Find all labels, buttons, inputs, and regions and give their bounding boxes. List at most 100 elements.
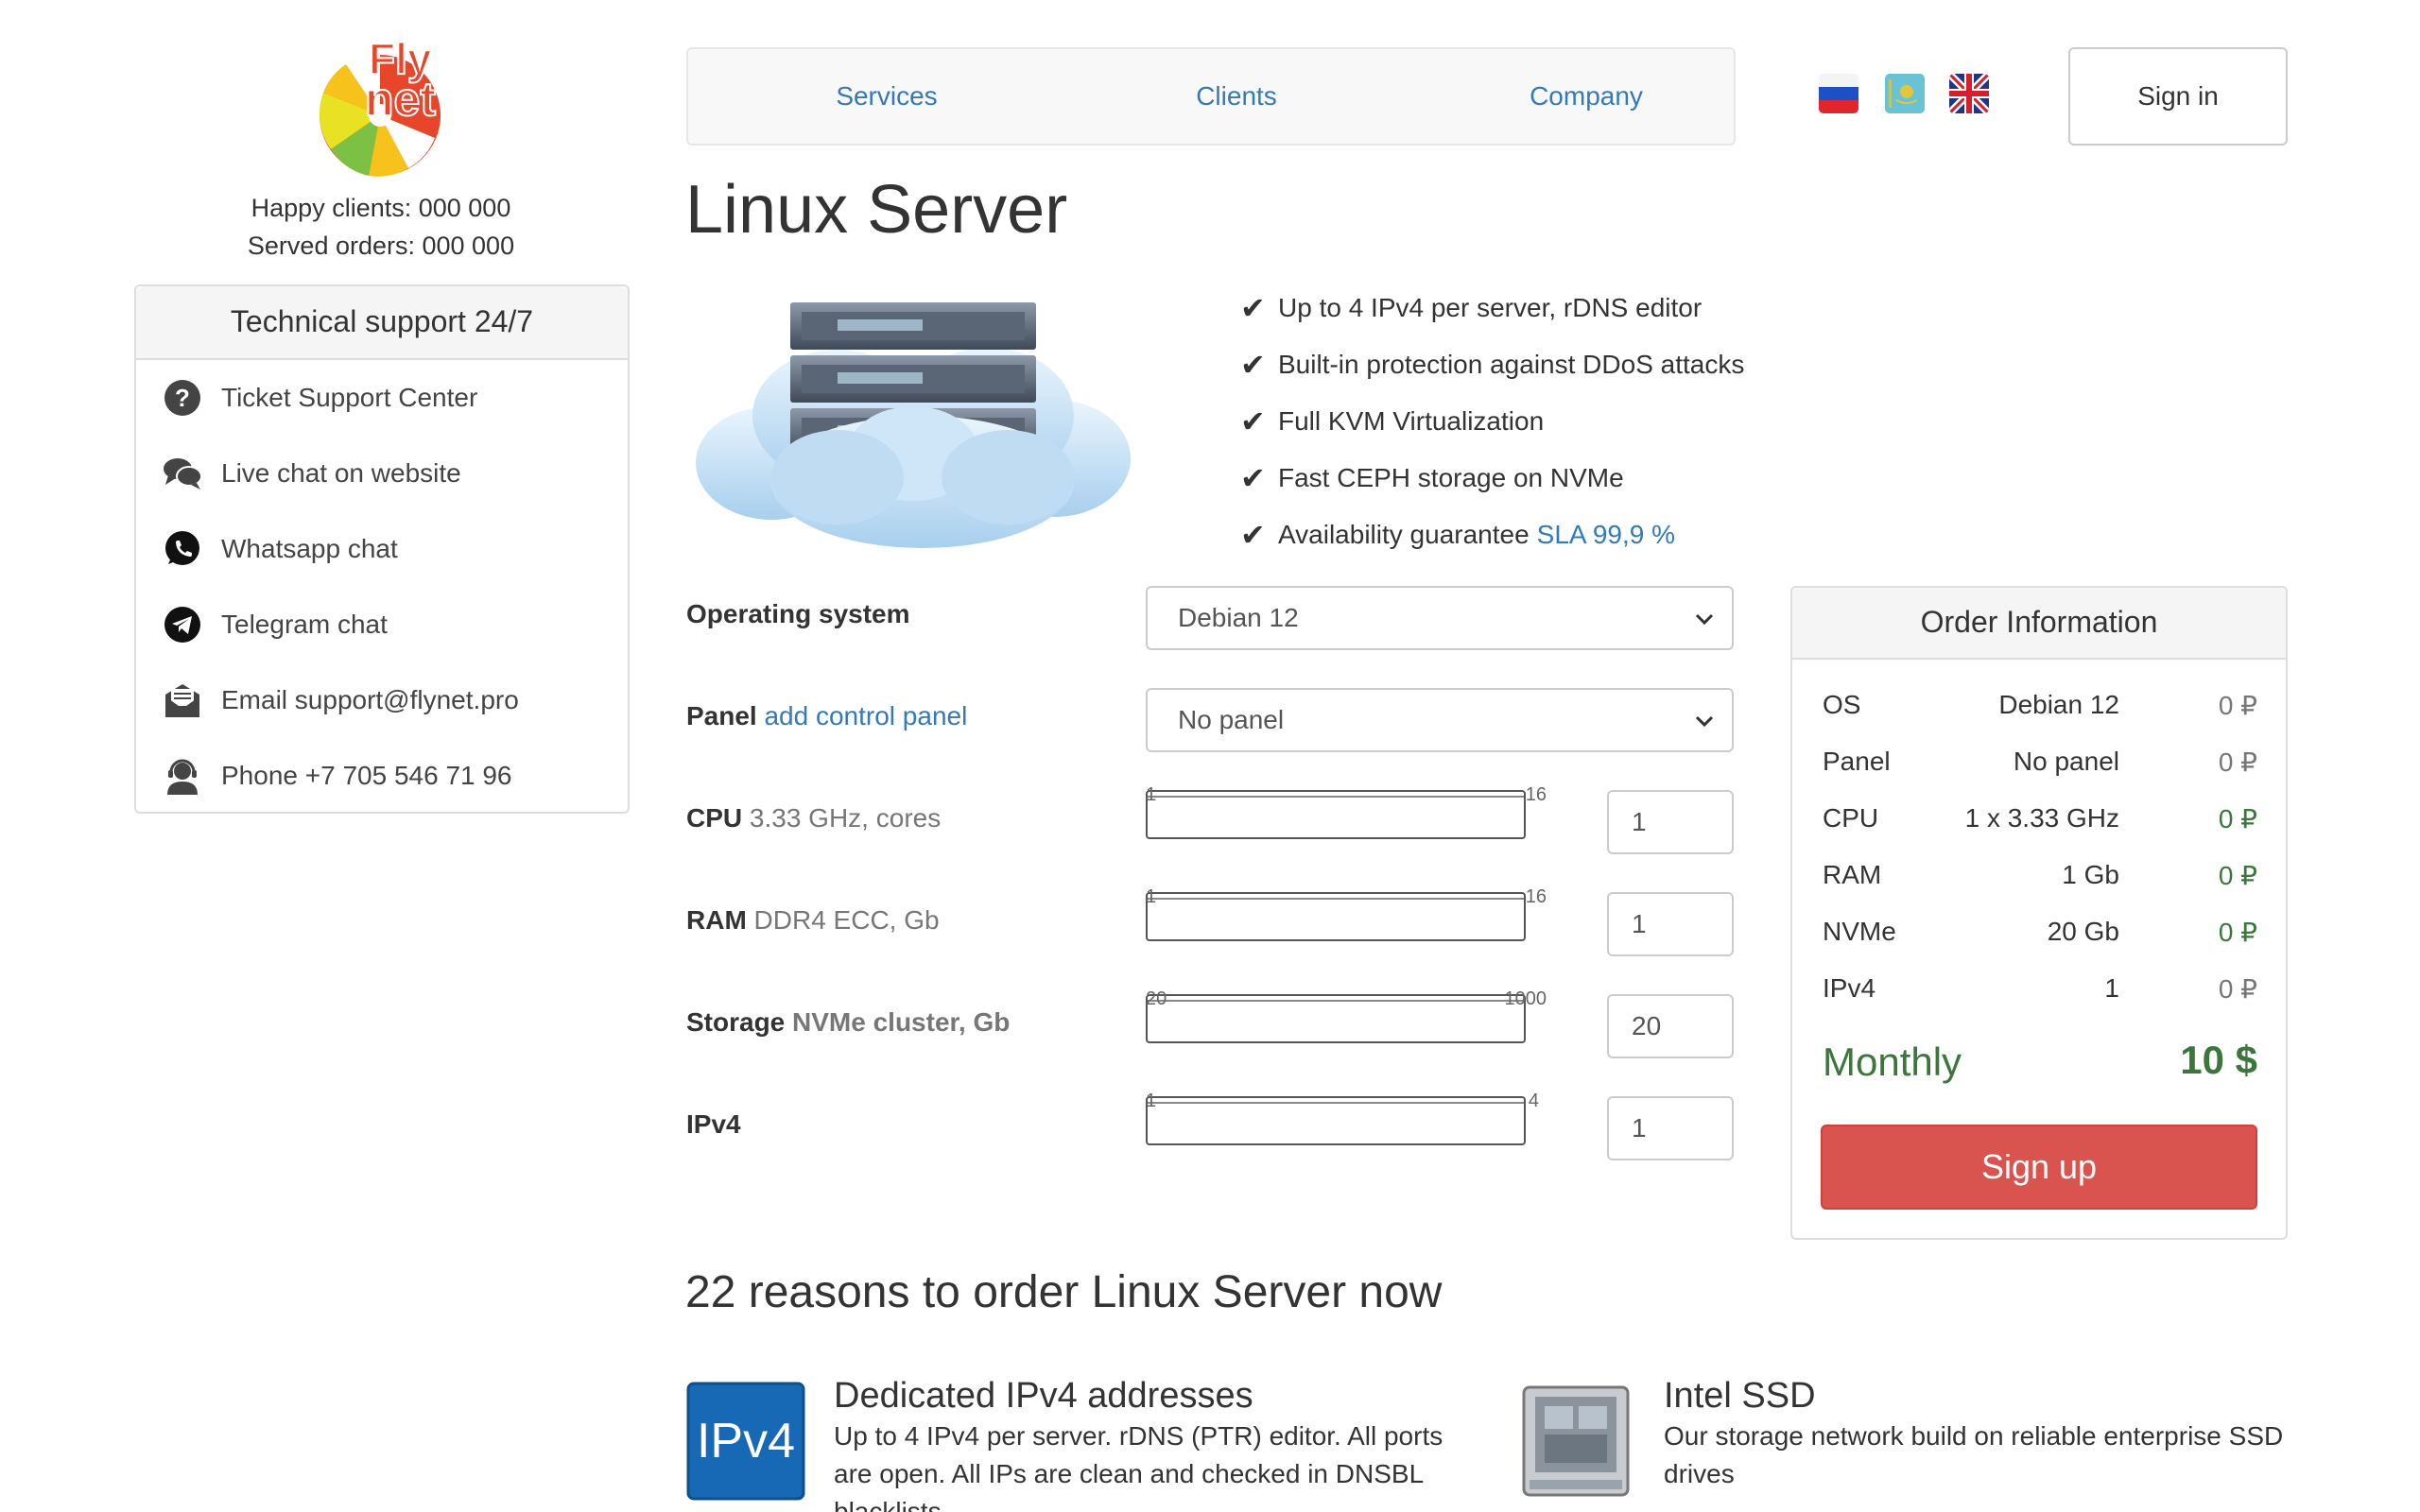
storage-input[interactable]: 20 <box>1607 994 1734 1058</box>
feature-item: ✔ Built-in protection against DDoS attack… <box>1240 336 1744 393</box>
support-panel: Technical support 24/7 ? Ticket Support … <box>134 284 630 814</box>
cpu-min-label: 1 <box>1146 784 1157 805</box>
ipv4-input[interactable]: 1 <box>1607 1096 1734 1160</box>
ipv4-label: IPv4 <box>686 1109 741 1139</box>
check-icon: ✔ <box>1240 291 1266 325</box>
cpu-label: CPU 3.33 GHz, cores <box>686 803 942 833</box>
svg-text:?: ? <box>175 384 190 412</box>
feature-text: Fast CEPH storage on NVMe <box>1278 463 1624 492</box>
os-select-value: Debian 12 <box>1178 603 1299 632</box>
question-icon: ? <box>163 378 202 418</box>
flynet-logo[interactable]: Fly net <box>302 26 463 183</box>
kz-flag-icon[interactable] <box>1885 74 1925 113</box>
support-item-live-chat[interactable]: Live chat on website <box>136 436 628 511</box>
check-icon: ✔ <box>1240 404 1266 438</box>
ipv4-icon-text: IPv4 <box>697 1414 795 1469</box>
chat-bubbles-icon <box>163 454 202 493</box>
support-item-label: Phone +7 705 546 71 96 <box>221 761 512 790</box>
telegram-icon <box>163 605 202 644</box>
feature-text: Availability guarantee <box>1278 520 1530 549</box>
feature-item: ✔ Full KVM Virtualization <box>1240 393 1744 450</box>
chevron-down-icon <box>1695 715 1714 728</box>
monthly-label: Monthly <box>1823 1040 1962 1084</box>
cpu-input[interactable]: 1 <box>1607 790 1734 854</box>
ru-flag-icon[interactable] <box>1819 74 1858 113</box>
chevron-down-icon <box>1695 613 1714 626</box>
storage-slider[interactable]: 20 1000 <box>1146 988 1547 1043</box>
reason-title-ipv4: Dedicated IPv4 addresses <box>834 1376 1253 1416</box>
nav-services[interactable]: Services <box>745 49 1028 144</box>
support-item-label: Ticket Support Center <box>221 383 478 412</box>
feature-text: Built-in protection against DDoS attacks <box>1278 350 1745 379</box>
cpu-slider[interactable]: 1 16 <box>1146 784 1547 839</box>
ram-input[interactable]: 1 <box>1607 892 1734 956</box>
headset-icon <box>163 756 202 796</box>
logo-text-net: net <box>365 73 436 126</box>
feature-item: ✔ Up to 4 IPv4 per server, rDNS editor <box>1240 280 1744 336</box>
storage-min-label: 20 <box>1146 988 1167 1009</box>
nav-clients[interactable]: Clients <box>1095 49 1378 144</box>
panel-label: Panel add control panel <box>686 701 968 730</box>
ram-min-label: 1 <box>1146 886 1157 907</box>
os-select[interactable]: Debian 12 <box>1146 586 1734 650</box>
storage-label: Storage NVMe cluster, Gb <box>686 1007 1011 1037</box>
check-icon: ✔ <box>1240 348 1266 382</box>
support-panel-title: Technical support 24/7 <box>136 286 628 360</box>
support-item-email[interactable]: Email support@flynet.pro <box>136 662 628 738</box>
reason-text-ipv4: Up to 4 IPv4 per server. rDNS (PTR) edit… <box>834 1421 1443 1512</box>
feature-text: Full KVM Virtualization <box>1278 406 1545 436</box>
order-row-cpu: CPU 1 x 3.33 GHz 0 ₽ <box>1823 803 2257 833</box>
uk-flag-icon[interactable] <box>1949 74 1989 113</box>
check-icon: ✔ <box>1240 461 1266 495</box>
feature-text: Up to 4 IPv4 per server, rDNS editor <box>1278 293 1703 322</box>
server-cloud-image <box>686 284 1140 554</box>
reason-title-ssd: Intel SSD <box>1664 1376 1816 1416</box>
order-row-ram: RAM 1 Gb 0 ₽ <box>1823 860 2257 890</box>
order-info-panel: Order Information OS Debian 12 0 ₽ Panel No… <box>1790 586 2288 1240</box>
support-item-telegram[interactable]: Telegram chat <box>136 587 628 662</box>
order-row-os: OS Debian 12 0 ₽ <box>1823 690 2257 720</box>
ipv4-min-label: 1 <box>1146 1091 1157 1111</box>
storage-max-label: 1000 <box>1504 988 1547 1009</box>
support-item-whatsapp[interactable]: Whatsapp chat <box>136 511 628 587</box>
ipv4-icon: IPv4 <box>686 1382 805 1501</box>
page-title: Linux Server <box>685 172 1068 248</box>
feature-item: ✔ Availability guarantee SLA 99,9 % <box>1240 507 1744 563</box>
sign-up-button[interactable]: Sign up <box>1821 1125 2257 1210</box>
feature-list: ✔ Up to 4 IPv4 per server, rDNS editor ✔ B… <box>1240 280 1744 563</box>
sla-link[interactable]: SLA 99,9 % <box>1537 520 1675 550</box>
support-item-label: Email support@flynet.pro <box>221 685 519 714</box>
sign-in-button[interactable]: Sign in <box>2068 47 2288 146</box>
panel-select[interactable]: No panel <box>1146 688 1734 752</box>
ssd-icon <box>1516 1382 1635 1501</box>
stats: Happy clients: 000 000 Served orders: 00… <box>132 189 630 265</box>
ram-slider[interactable]: 1 16 <box>1146 886 1547 941</box>
order-info-title: Order Information <box>1792 588 2286 660</box>
order-row-panel: Panel No panel 0 ₽ <box>1823 747 2257 777</box>
email-icon <box>163 680 202 720</box>
nav-company[interactable]: Company <box>1444 49 1728 144</box>
support-item-label: Whatsapp chat <box>221 534 398 563</box>
feature-item: ✔ Fast CEPH storage on NVMe <box>1240 450 1744 507</box>
order-row-nvme: NVMe 20 Gb 0 ₽ <box>1823 917 2257 947</box>
main-navbar: Services Clients Company <box>686 47 1736 146</box>
panel-select-value: No panel <box>1178 705 1285 734</box>
ipv4-slider[interactable]: 1 4 <box>1146 1091 1539 1145</box>
happy-clients-text: Happy clients: 000 000 <box>251 194 511 222</box>
support-item-label: Telegram chat <box>221 610 388 639</box>
cpu-max-label: 16 <box>1525 784 1547 805</box>
add-control-panel-link[interactable]: add control panel <box>764 701 967 730</box>
support-item-label: Live chat on website <box>221 458 461 488</box>
ram-max-label: 16 <box>1525 886 1547 907</box>
support-item-phone[interactable]: Phone +7 705 546 71 96 <box>136 738 628 814</box>
reason-text-ssd: Our storage network build on reliable en… <box>1664 1421 2284 1488</box>
os-label: Operating system <box>686 599 910 628</box>
check-icon: ✔ <box>1240 518 1266 552</box>
reasons-title: 22 reasons to order Linux Server now <box>685 1267 1443 1317</box>
ipv4-max-label: 4 <box>1528 1091 1539 1111</box>
monthly-total: 10 $ <box>2180 1038 2257 1082</box>
order-row-ipv4: IPv4 1 0 ₽ <box>1823 973 2257 1004</box>
support-item-ticket[interactable]: ? Ticket Support Center <box>136 360 628 436</box>
served-orders-text: Served orders: 000 000 <box>247 232 515 260</box>
whatsapp-icon <box>163 529 202 569</box>
